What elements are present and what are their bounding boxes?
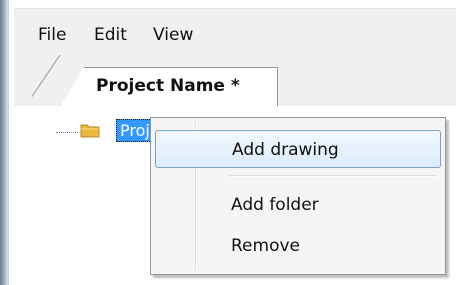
menu-item-add-folder[interactable]: Add folder: [155, 186, 441, 224]
menu-item-add-folder-label: Add folder: [231, 195, 319, 215]
menu-view[interactable]: View: [153, 25, 193, 45]
menu-file[interactable]: File: [38, 25, 66, 45]
menu-item-add-drawing-label: Add drawing: [232, 140, 339, 160]
menu-bar: File Edit View: [14, 8, 456, 61]
folder-icon: [80, 124, 100, 138]
tab-edge: [31, 54, 61, 97]
tab-project-label: Project Name *: [96, 76, 240, 96]
menu-edit[interactable]: Edit: [94, 25, 127, 45]
tab-strip: Project Name *: [14, 54, 456, 107]
menu-separator: [229, 175, 437, 177]
menu-item-remove[interactable]: Remove: [155, 227, 441, 265]
tree-connector-line: [56, 132, 78, 133]
context-menu: Add drawing Add folder Remove: [150, 117, 446, 275]
menu-item-add-drawing[interactable]: Add drawing: [155, 130, 441, 168]
menu-item-remove-label: Remove: [231, 236, 300, 256]
window-left-edge: [0, 0, 8, 285]
